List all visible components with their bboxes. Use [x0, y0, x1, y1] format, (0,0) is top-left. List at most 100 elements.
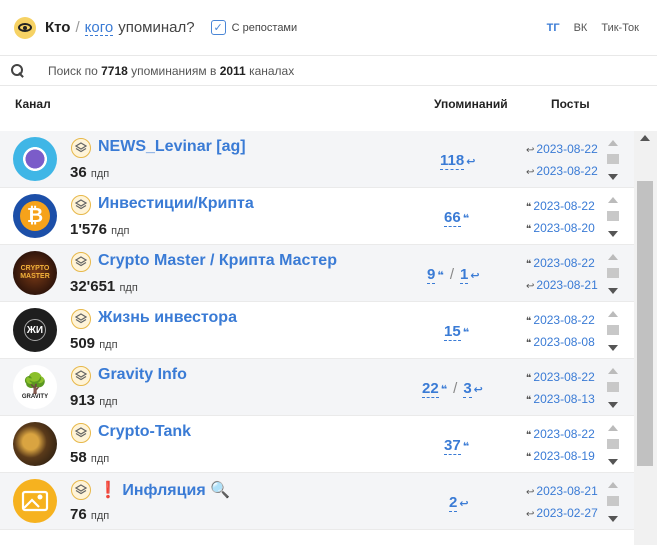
post-date-link[interactable]: ↩ 2023-08-21: [526, 275, 598, 297]
post-date-link[interactable]: ❝ 2023-08-20: [526, 218, 595, 240]
layers-icon: [71, 138, 91, 158]
channel-name[interactable]: Crypto Master / Крипта Мастер: [98, 252, 337, 270]
exclamation-icon: ❗: [98, 482, 118, 499]
subscribers-count: 36 пдп: [70, 164, 110, 181]
quote-icon: ❝: [526, 373, 532, 384]
post-date-link[interactable]: ❝ 2023-08-08: [526, 332, 595, 354]
tree-icon: 🌳: [22, 373, 48, 395]
posts-scrollbar[interactable]: [606, 140, 620, 180]
posts-scrollbar[interactable]: [606, 482, 620, 522]
channel-list: NEWS_Levinar [ag] 36 пдп 118 ↩ ↩ 2023-08-2…: [0, 131, 634, 545]
post-date-link[interactable]: ❝ 2023-08-19: [526, 446, 595, 468]
scrollbar-thumb[interactable]: [637, 181, 653, 466]
posts-scrollbar[interactable]: [606, 311, 620, 351]
post-dates: ❝ 2023-08-22 ❝ 2023-08-19: [526, 424, 595, 468]
platform-tabs: ТГ ВК Тик-Ток: [547, 0, 639, 56]
post-date-link[interactable]: ❝ 2023-08-22: [526, 253, 598, 275]
channel-name[interactable]: NEWS_Levinar [ag]: [98, 138, 246, 156]
table-row[interactable]: NEWS_Levinar [ag] 36 пдп 118 ↩ ↩ 2023-08-2…: [0, 131, 634, 188]
repost-icon: ↩: [466, 156, 476, 168]
repost-icon: ↩: [526, 487, 535, 498]
mentions-count[interactable]: 2 ↩: [449, 494, 469, 512]
who-label[interactable]: Кто: [45, 19, 70, 36]
search-placeholder[interactable]: Поиск по 7718 упоминаниям в 2011 каналах: [48, 64, 294, 78]
main-scrollbar[interactable]: [634, 131, 657, 545]
post-date-link[interactable]: ↩ 2023-08-22: [526, 139, 598, 161]
table-row[interactable]: ❗ Инфляция 🔍 76 пдп 2 ↩ ↩ 2023-08-21 ↩ 2023…: [0, 473, 634, 530]
post-dates: ↩ 2023-08-21 ↩ 2023-02-27: [526, 481, 598, 525]
reposts-checkbox-label[interactable]: С репостами: [232, 22, 298, 34]
quote-icon: ❝: [526, 316, 532, 327]
mentions-count[interactable]: 22 ❝/3 ↩: [422, 380, 483, 398]
post-date-link[interactable]: ↩ 2023-02-27: [526, 503, 598, 525]
avatar[interactable]: [13, 422, 57, 466]
column-headers: Канал Упоминаний Посты: [0, 86, 657, 122]
avatar[interactable]: ₿: [13, 194, 57, 238]
channel-name[interactable]: Crypto-Tank: [98, 423, 191, 441]
layers-icon: [71, 423, 91, 443]
post-dates: ❝ 2023-08-22 ❝ 2023-08-08: [526, 310, 595, 354]
channel-name[interactable]: ❗ Инфляция 🔍: [98, 480, 230, 500]
col-channel[interactable]: Канал: [15, 97, 51, 111]
quote-icon: ❝: [526, 338, 532, 349]
table-row[interactable]: ₿ Инвестиции/Крипта 1'576 пдп 66 ❝ ❝ 2023-…: [0, 188, 634, 245]
post-date-link[interactable]: ❝ 2023-08-13: [526, 389, 595, 411]
repost-icon: ↩: [526, 509, 535, 520]
posts-scrollbar[interactable]: [606, 368, 620, 408]
posts-scrollbar[interactable]: [606, 425, 620, 465]
mentions-count[interactable]: 9 ❝/1 ↩: [427, 266, 480, 284]
post-date-link[interactable]: ❝ 2023-08-22: [526, 310, 595, 332]
avatar[interactable]: ЖИ: [13, 308, 57, 352]
table-row[interactable]: 🌳 GRAVITY Gravity Info 913 пдп 22 ❝/3 ↩ ❝ 2…: [0, 359, 634, 416]
search-icon[interactable]: [11, 64, 24, 77]
reposts-checkbox[interactable]: ✓: [210, 20, 226, 35]
quote-icon: ❝: [526, 395, 532, 406]
avatar[interactable]: 🌳 GRAVITY: [13, 365, 57, 409]
mentions-count[interactable]: 37 ❝: [444, 437, 470, 455]
repost-icon: ↩: [526, 145, 535, 156]
tab-tiktok[interactable]: Тик-Ток: [601, 22, 639, 34]
avatar-logo-text: ЖИ: [24, 319, 46, 341]
table-row[interactable]: CRYPTO MASTER Crypto Master / Крипта Мас…: [0, 245, 634, 302]
whom-link[interactable]: кого: [84, 20, 114, 36]
quote-icon: ❝: [462, 213, 470, 225]
posts-scrollbar[interactable]: [606, 254, 620, 294]
post-date-link[interactable]: ❝ 2023-08-22: [526, 367, 595, 389]
table-row[interactable]: ЖИ Жизнь инвестора 509 пдп 15 ❝ ❝ 2023-08-…: [0, 302, 634, 359]
post-date-link[interactable]: ❝ 2023-08-22: [526, 424, 595, 446]
mentions-count[interactable]: 15 ❝: [444, 323, 469, 341]
post-date-link[interactable]: ❝ 2023-08-22: [526, 196, 595, 218]
channel-name[interactable]: Gravity Info: [98, 366, 187, 384]
repost-icon: ↩: [526, 167, 535, 178]
subscribers-count: 1'576 пдп: [70, 221, 130, 238]
table-row[interactable]: Crypto-Tank 58 пдп 37 ❝ ❝ 2023-08-22 ❝ 2023…: [0, 416, 634, 473]
col-posts[interactable]: Посты: [551, 97, 590, 111]
scroll-up-icon[interactable]: [640, 135, 650, 141]
repost-icon: ↩: [470, 270, 480, 282]
quote-icon: ❝: [526, 452, 532, 463]
repost-icon: ↩: [459, 498, 469, 510]
avatar[interactable]: [13, 137, 57, 181]
subscribers-count: 76 пдп: [70, 506, 110, 523]
layers-icon: [71, 195, 91, 215]
channel-name[interactable]: Инвестиции/Крипта: [98, 195, 254, 213]
mentions-count[interactable]: 118 ↩: [440, 152, 476, 170]
post-date-link[interactable]: ↩ 2023-08-22: [526, 161, 598, 183]
search-bar[interactable]: Поиск по 7718 упоминаниям в 2011 каналах: [0, 56, 657, 86]
top-bar: Кто / кого упоминал? ✓ С репостами ТГ ВК…: [0, 0, 657, 56]
col-mentions[interactable]: Упоминаний: [434, 97, 508, 111]
tab-vk[interactable]: ВК: [574, 22, 588, 34]
tab-tg[interactable]: ТГ: [547, 22, 560, 34]
avatar[interactable]: [13, 479, 57, 523]
quote-icon: ❝: [526, 259, 532, 270]
posts-scrollbar[interactable]: [606, 197, 620, 237]
avatar-logo-text: CRYPTO MASTER: [20, 265, 50, 280]
post-dates: ↩ 2023-08-22 ↩ 2023-08-22: [526, 139, 598, 183]
post-date-link[interactable]: ↩ 2023-08-21: [526, 481, 598, 503]
avatar[interactable]: CRYPTO MASTER: [13, 251, 57, 295]
layers-icon: [71, 309, 91, 329]
channel-name[interactable]: Жизнь инвестора: [98, 309, 237, 327]
post-dates: ❝ 2023-08-22 ↩ 2023-08-21: [526, 253, 598, 297]
mentions-count[interactable]: 66 ❝: [444, 209, 470, 227]
quote-icon: ❝: [462, 441, 470, 453]
